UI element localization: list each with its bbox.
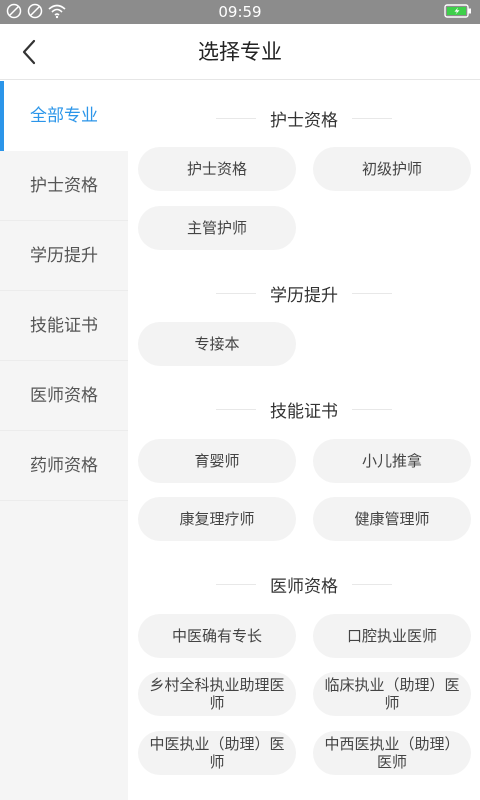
major-chip[interactable]: 护士资格 xyxy=(138,147,296,191)
sidebar-item-label: 药师资格 xyxy=(30,456,98,476)
major-chip[interactable]: 中医执业（助理）医师 xyxy=(138,731,296,775)
section-title: 医师资格 xyxy=(270,576,338,597)
section-title: 护士资格 xyxy=(270,110,338,131)
major-chip[interactable]: 健康管理师 xyxy=(313,497,471,541)
sidebar-item-education[interactable]: 学历提升 xyxy=(0,221,128,291)
title-bar: 选择专业 xyxy=(0,24,480,80)
section-header: 护士资格 xyxy=(128,103,480,133)
sidebar-item-nurse[interactable]: 护士资格 xyxy=(0,151,128,221)
divider xyxy=(352,117,392,119)
divider xyxy=(352,408,392,410)
section-title: 技能证书 xyxy=(270,401,338,422)
section-header: 学历提升 xyxy=(128,278,480,308)
status-bar: 09:59 xyxy=(0,0,480,24)
major-chip[interactable]: 专接本 xyxy=(138,322,296,366)
sidebar-item-label: 全部专业 xyxy=(30,106,98,126)
major-chip[interactable]: 康复理疗师 xyxy=(138,497,296,541)
sidebar-item-skills[interactable]: 技能证书 xyxy=(0,291,128,361)
major-chip[interactable]: 初级护师 xyxy=(313,147,471,191)
category-sidebar: 全部专业 护士资格 学历提升 技能证书 医师资格 药师资格 xyxy=(0,81,128,800)
sidebar-item-pharmacist[interactable]: 药师资格 xyxy=(0,431,128,501)
divider xyxy=(352,292,392,294)
major-chip[interactable]: 临床执业（助理）医师 xyxy=(313,672,471,716)
sidebar-item-label: 护士资格 xyxy=(30,176,98,196)
back-arrow-icon xyxy=(22,39,36,65)
sidebar-item-label: 技能证书 xyxy=(30,316,98,336)
divider xyxy=(352,583,392,585)
divider xyxy=(216,583,256,585)
major-chip[interactable]: 育婴师 xyxy=(138,439,296,483)
status-time: 09:59 xyxy=(218,3,262,21)
sidebar-item-label: 医师资格 xyxy=(30,386,98,406)
section-header: 技能证书 xyxy=(128,394,480,424)
major-chip[interactable]: 中西医执业（助理）医师 xyxy=(313,731,471,775)
major-list: 护士资格 护士资格 初级护师 主管护师 学历提升 专接本 技能证书 育婴师 小儿… xyxy=(128,81,480,800)
major-chip[interactable]: 口腔执业医师 xyxy=(313,614,471,658)
major-chip[interactable]: 主管护师 xyxy=(138,206,296,250)
battery-charging-icon xyxy=(444,3,472,23)
sidebar-item-physician[interactable]: 医师资格 xyxy=(0,361,128,431)
page-title: 选择专业 xyxy=(198,40,282,64)
sidebar-item-all[interactable]: 全部专业 xyxy=(0,81,128,151)
divider xyxy=(216,408,256,410)
major-chip[interactable]: 中医确有专长 xyxy=(138,614,296,658)
back-button[interactable] xyxy=(10,32,50,72)
section-header: 医师资格 xyxy=(128,569,480,599)
divider xyxy=(216,117,256,119)
divider xyxy=(216,292,256,294)
major-chip[interactable]: 乡村全科执业助理医师 xyxy=(138,672,296,716)
section-title: 学历提升 xyxy=(270,285,338,306)
major-chip[interactable]: 小儿推拿 xyxy=(313,439,471,483)
sidebar-item-label: 学历提升 xyxy=(30,246,98,266)
